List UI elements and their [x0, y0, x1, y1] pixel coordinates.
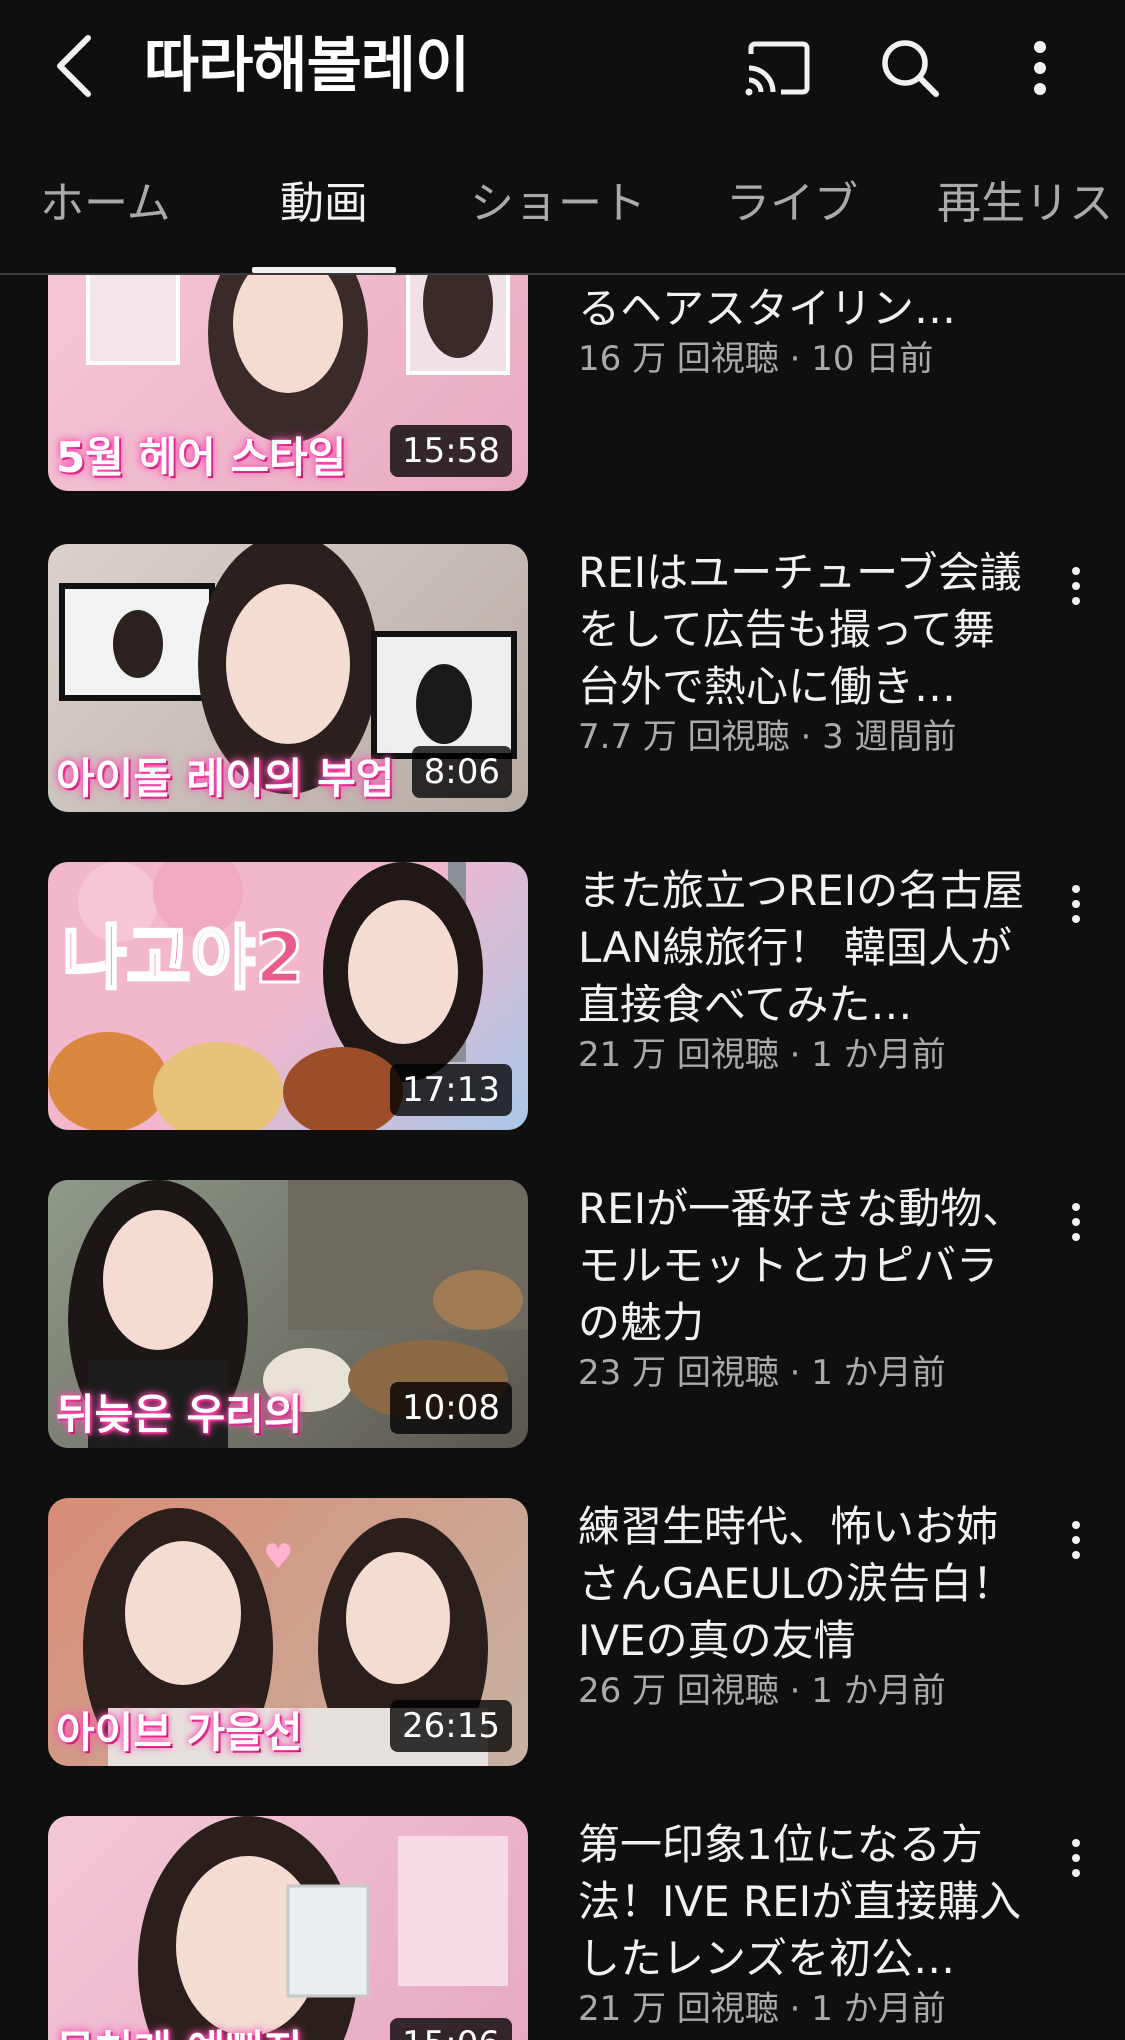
video-more-button[interactable]: [1058, 1510, 1094, 1570]
video-duration: 17:13: [390, 1064, 512, 1116]
more-vert-icon: [1072, 567, 1080, 605]
video-meta: 21 万 回視聴 · 1 か月前: [578, 1989, 946, 2029]
video-title[interactable]: 練習生時代、怖いお姉さんGAEULの涙告白！ IVEの真の友情: [578, 1498, 1028, 1669]
video-thumbnail[interactable]: 나고야2 17:13: [48, 862, 528, 1130]
video-meta: 23 万 回視聴 · 1 か月前: [578, 1353, 946, 1393]
video-thumbnail[interactable]: 뒤늦은 우리의 10:08: [48, 1180, 528, 1448]
svg-text:♥: ♥: [263, 1537, 293, 1577]
top-app-bar: 따라해볼레이: [0, 0, 1125, 140]
thumbnail-image: [138, 1816, 508, 2040]
video-duration: 8:06: [411, 746, 512, 798]
more-vert-icon: [1072, 1203, 1080, 1241]
video-more-button[interactable]: [1058, 874, 1094, 934]
video-item[interactable]: 뒤늦은 우리의 10:08 REIが一番好きな動物、モルモットとカピバラの魅力 …: [0, 1180, 1125, 1448]
video-item[interactable]: 5월 헤어 스타일 15:58 IVEスタイリストが教えるヘアスタイリン… 16…: [0, 275, 1125, 491]
channel-title: 따라해볼레이: [144, 31, 470, 101]
video-title[interactable]: また旅立つREIの名古屋LAN線旅行！ 韓国人が直接食べてみた…: [578, 862, 1028, 1033]
video-info: REIが一番好きな動物、モルモットとカピバラの魅力 23 万 回視聴 · 1 か…: [578, 1180, 1028, 1395]
video-info: IVEスタイリストが教えるヘアスタイリン… 16 万 回視聴 · 10 日前: [578, 275, 1028, 381]
video-title[interactable]: REIはユーチューブ会議をして広告も撮って舞台外で熱心に働き…: [578, 544, 1028, 715]
video-more-button[interactable]: [1058, 556, 1094, 616]
video-duration: 26:15: [390, 1700, 512, 1752]
video-more-button[interactable]: [1058, 1192, 1094, 1252]
video-meta: 16 万 回視聴 · 10 日前: [578, 339, 934, 379]
video-meta: 26 万 回視聴 · 1 か月前: [578, 1671, 946, 1711]
video-duration: 15:06: [390, 2018, 512, 2040]
back-button[interactable]: [44, 30, 104, 102]
video-list: 5월 헤어 스타일 15:58 IVEスタイリストが教えるヘアスタイリン… 16…: [0, 275, 1125, 2040]
tab-home[interactable]: ホーム: [40, 174, 171, 234]
search-icon: [882, 40, 939, 97]
svg-text:나고야2: 나고야2: [62, 917, 304, 999]
tab-playlists[interactable]: 再生リス: [937, 174, 1113, 234]
video-duration: 15:58: [390, 425, 512, 477]
video-thumbnail[interactable]: ♥ 아이브 가을선 26:15: [48, 1498, 528, 1766]
back-arrow-icon: [57, 35, 91, 97]
video-title[interactable]: REIが一番好きな動物、モルモットとカピバラの魅力: [578, 1180, 1028, 1351]
cast-button[interactable]: [740, 30, 816, 106]
more-vert-icon: [1072, 1839, 1080, 1877]
tab-shorts[interactable]: ショート: [470, 174, 646, 234]
video-title[interactable]: IVEスタイリストが教えるヘアスタイリン…: [578, 275, 1028, 337]
more-vert-icon: [1034, 41, 1046, 95]
video-duration: 10:08: [390, 1382, 512, 1434]
video-title[interactable]: 第一印象1位になる方法！IVE REIが直接購入したレンズを初公…: [578, 1816, 1028, 1987]
channel-tabs: ホーム 動画 ショート ライブ 再生リス: [0, 140, 1125, 275]
video-info: 第一印象1位になる方法！IVE REIが直接購入したレンズを初公… 21 万 回…: [578, 1816, 1028, 2031]
video-meta: 21 万 回視聴 · 1 か月前: [578, 1035, 946, 1075]
more-options-button[interactable]: [1002, 30, 1078, 106]
tab-videos[interactable]: 動画: [280, 174, 368, 234]
video-info: 練習生時代、怖いお姉さんGAEULの涙告白！ IVEの真の友情 26 万 回視聴…: [578, 1498, 1028, 1713]
search-button[interactable]: [872, 30, 948, 106]
video-meta: 7.7 万 回視聴 · 3 週間前: [578, 717, 957, 757]
video-more-button[interactable]: [1058, 1828, 1094, 1888]
video-thumbnail[interactable]: 무쳐게 예뻐지 15:06: [48, 1816, 528, 2040]
tab-live[interactable]: ライブ: [726, 174, 858, 234]
video-info: REIはユーチューブ会議をして広告も撮って舞台外で熱心に働き… 7.7 万 回視…: [578, 544, 1028, 759]
video-item[interactable]: ♥ 아이브 가을선 26:15 練習生時代、怖いお姉さんGAEULの涙告白！ I…: [0, 1498, 1125, 1766]
more-vert-icon: [1072, 885, 1080, 923]
video-item[interactable]: 무쳐게 예뻐지 15:06 第一印象1位になる方法！IVE REIが直接購入した…: [0, 1816, 1125, 2040]
more-vert-icon: [1072, 1521, 1080, 1559]
video-thumbnail[interactable]: 아이돌 레이의 부업 8:06: [48, 544, 528, 812]
active-tab-indicator: [252, 267, 396, 273]
video-thumbnail[interactable]: 5월 헤어 스타일 15:58: [48, 275, 528, 491]
cast-icon: [745, 41, 810, 96]
video-item[interactable]: 나고야2 17:13 また旅立つREIの名古屋LAN線旅行！ 韓国人が直接食べて…: [0, 862, 1125, 1130]
video-item[interactable]: 아이돌 레이의 부업 8:06 REIはユーチューブ会議をして広告も撮って舞台外…: [0, 544, 1125, 812]
video-info: また旅立つREIの名古屋LAN線旅行！ 韓国人が直接食べてみた… 21 万 回視…: [578, 862, 1028, 1077]
